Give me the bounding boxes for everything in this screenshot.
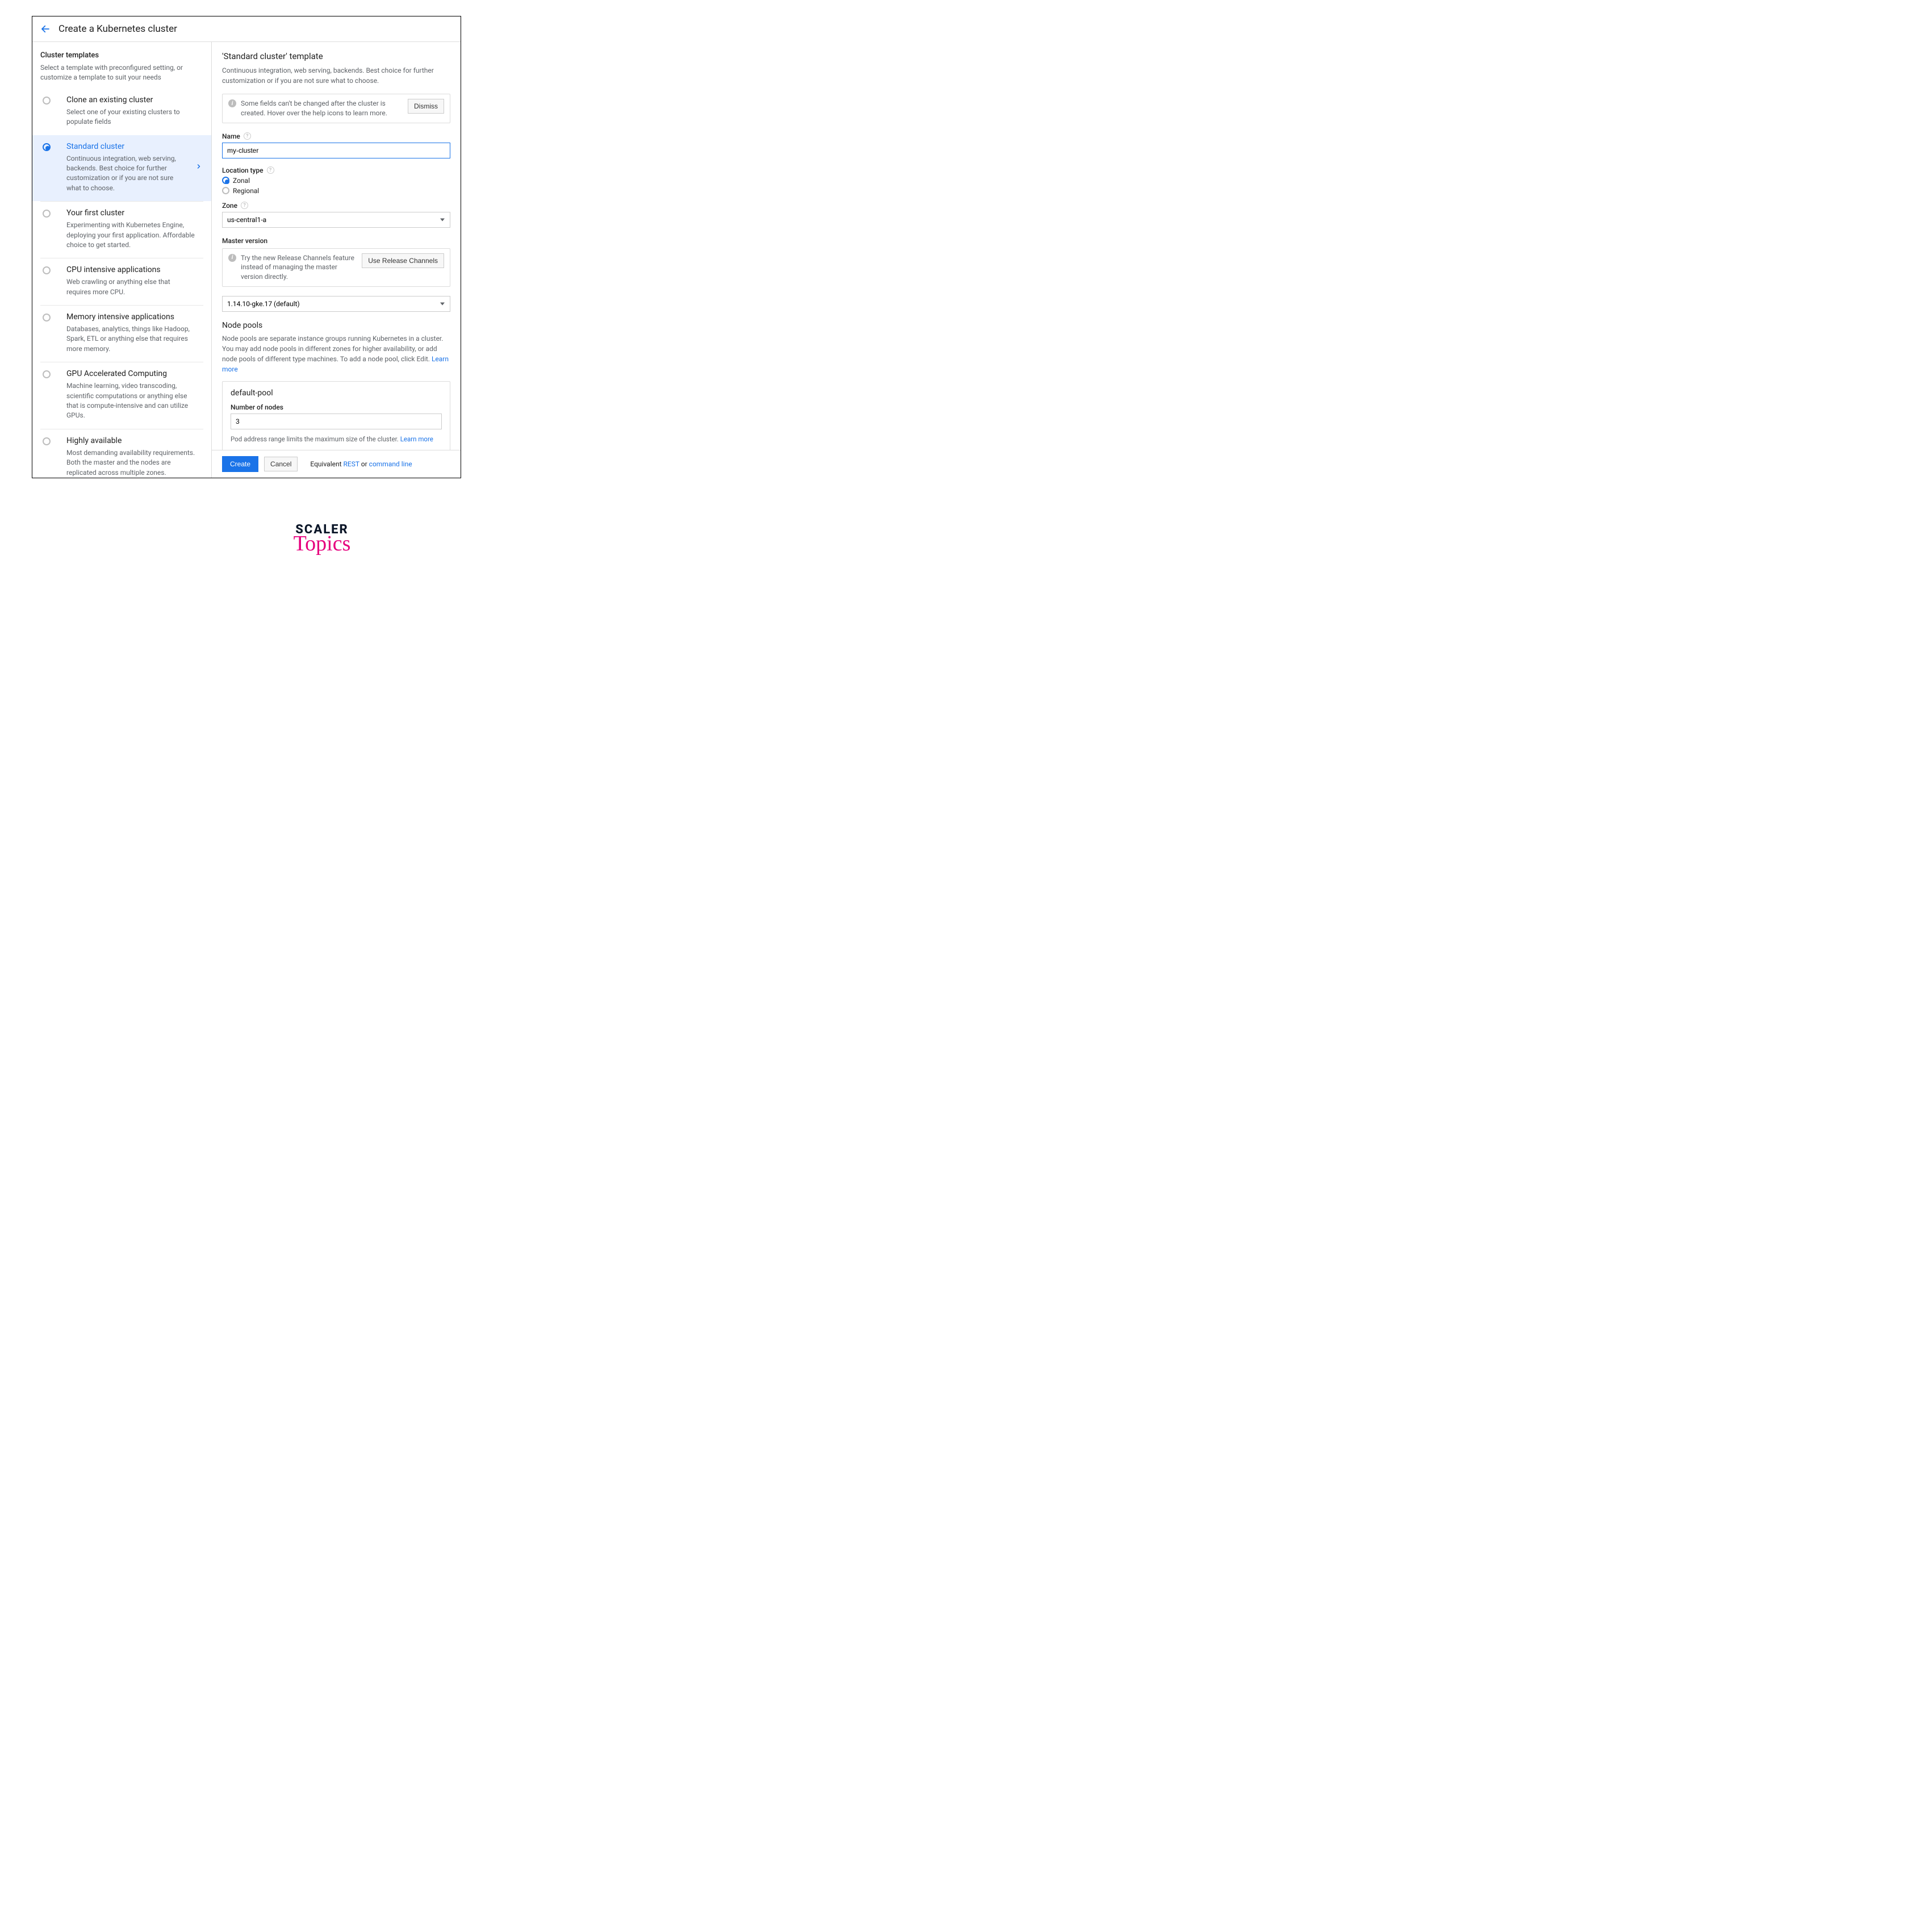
template-title: Highly available [66, 436, 195, 445]
template-desc: Continuous integration, web serving, bac… [66, 154, 189, 194]
help-icon[interactable]: ? [267, 166, 274, 174]
cluster-name-input[interactable] [222, 143, 450, 158]
info-icon: i [228, 254, 236, 262]
radio-icon [43, 437, 51, 445]
location-zonal-radio[interactable]: Zonal [222, 177, 450, 185]
zone-select-wrap: us-central1-a [222, 212, 450, 228]
page-title: Create a Kubernetes cluster [58, 23, 177, 35]
num-nodes-label: Number of nodes [231, 403, 442, 411]
back-arrow-icon[interactable] [40, 24, 51, 34]
footer-bar: Create Cancel Equivalent REST or command… [212, 450, 461, 478]
template-clone[interactable]: Clone an existing cluster Select one of … [40, 89, 203, 135]
radio-icon [43, 210, 51, 218]
radio-icon [43, 370, 51, 378]
template-desc: Databases, analytics, things like Hadoop… [66, 324, 195, 354]
node-pools-desc-text: Node pools are separate instance groups … [222, 335, 443, 363]
release-channel-info: i Try the new Release Channels feature i… [222, 248, 450, 287]
learn-more-link[interactable]: Learn more [400, 435, 433, 443]
locked-fields-info: i Some fields can't be changed after the… [222, 94, 450, 123]
equivalent-text: Equivalent REST or command line [310, 460, 412, 468]
chevron-right-icon [195, 161, 202, 172]
template-cpu-intensive[interactable]: CPU intensive applications Web crawling … [40, 258, 203, 305]
master-version-select[interactable]: 1.14.10-gke.17 (default) [222, 296, 450, 312]
template-desc: Machine learning, video transcoding, sci… [66, 381, 195, 421]
body-columns: Cluster templates Select a template with… [32, 42, 461, 478]
template-title: GPU Accelerated Computing [66, 369, 195, 378]
info-message: Some fields can't be changed after the c… [241, 99, 403, 118]
radio-icon [222, 187, 229, 194]
node-pool-box: default-pool Number of nodes Pod address… [222, 381, 450, 450]
brand-logo: SCALER Topics [0, 523, 644, 556]
pod-range-hint: Pod address range limits the maximum siz… [231, 435, 442, 443]
radio-icon [43, 314, 51, 321]
help-icon[interactable]: ? [244, 132, 251, 140]
help-icon[interactable]: ? [241, 202, 248, 209]
location-type-label-text: Location type [222, 166, 264, 174]
template-title: Clone an existing cluster [66, 95, 195, 105]
radio-icon [43, 97, 51, 105]
pod-hint-text: Pod address range limits the maximum siz… [231, 435, 400, 443]
location-type-label: Location type ? [222, 166, 450, 174]
templates-heading: Cluster templates [40, 51, 203, 60]
node-pools-heading: Node pools [222, 321, 450, 330]
templates-column: Cluster templates Select a template with… [32, 42, 212, 478]
form-desc: Continuous integration, web serving, bac… [222, 65, 450, 86]
templates-heading-block: Cluster templates Select a template with… [32, 42, 211, 89]
name-label-text: Name [222, 132, 240, 140]
use-release-channels-button[interactable]: Use Release Channels [362, 253, 444, 268]
template-title: Standard cluster [66, 142, 189, 151]
location-regional-radio[interactable]: Regional [222, 187, 450, 195]
radio-icon [43, 266, 51, 274]
brand-line2: Topics [0, 531, 644, 556]
command-line-link[interactable]: command line [369, 460, 412, 468]
radio-label: Regional [233, 187, 259, 195]
node-pool-name: default-pool [231, 389, 442, 398]
form-title: 'Standard cluster' template [222, 51, 450, 61]
template-list: Clone an existing cluster Select one of … [32, 89, 211, 478]
template-highly-available[interactable]: Highly available Most demanding availabi… [40, 429, 203, 478]
cancel-button[interactable]: Cancel [264, 457, 298, 471]
zone-select[interactable]: us-central1-a [222, 212, 450, 228]
num-nodes-input[interactable] [231, 414, 442, 429]
name-label: Name ? [222, 132, 450, 140]
radio-label: Zonal [233, 177, 250, 185]
template-memory-intensive[interactable]: Memory intensive applications Databases,… [40, 305, 203, 362]
template-first-cluster[interactable]: Your first cluster Experimenting with Ku… [40, 201, 203, 258]
template-title: Your first cluster [66, 208, 195, 218]
master-version-select-wrap: 1.14.10-gke.17 (default) [222, 296, 450, 312]
form-column: 'Standard cluster' template Continuous i… [212, 42, 461, 478]
templates-desc: Select a template with preconfigured set… [40, 63, 203, 83]
radio-icon [43, 143, 51, 151]
template-desc: Web crawling or anything else that requi… [66, 277, 195, 297]
page-header: Create a Kubernetes cluster [32, 16, 461, 42]
template-title: CPU intensive applications [66, 265, 195, 274]
create-button[interactable]: Create [222, 456, 258, 472]
radio-icon [222, 177, 229, 184]
rest-link[interactable]: REST [344, 460, 359, 468]
equiv-prefix: Equivalent [310, 460, 343, 468]
template-desc: Experimenting with Kubernetes Engine, de… [66, 220, 195, 250]
template-title: Memory intensive applications [66, 312, 195, 321]
node-pools-desc: Node pools are separate instance groups … [222, 333, 450, 374]
cluster-create-frame: Create a Kubernetes cluster Cluster temp… [32, 16, 461, 478]
master-version-label: Master version [222, 237, 450, 245]
info-icon: i [228, 99, 236, 107]
template-desc: Select one of your existing clusters to … [66, 107, 195, 127]
master-version-label-text: Master version [222, 237, 267, 245]
form-scroll[interactable]: 'Standard cluster' template Continuous i… [212, 42, 461, 450]
zone-label: Zone ? [222, 202, 450, 210]
zone-label-text: Zone [222, 202, 237, 210]
template-desc: Most demanding availability requirements… [66, 448, 195, 478]
template-standard[interactable]: Standard cluster Continuous integration,… [32, 135, 211, 202]
equiv-or: or [359, 460, 369, 468]
dismiss-button[interactable]: Dismiss [408, 99, 444, 114]
release-message: Try the new Release Channels feature ins… [241, 253, 357, 282]
template-gpu[interactable]: GPU Accelerated Computing Machine learni… [40, 362, 203, 429]
